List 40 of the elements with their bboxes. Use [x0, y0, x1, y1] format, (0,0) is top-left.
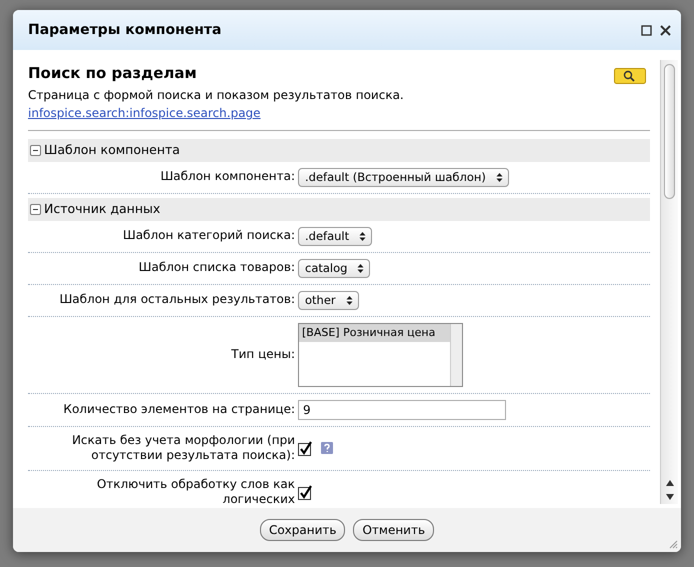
dialog-title: Параметры компонента	[28, 20, 222, 40]
caret-icon	[344, 294, 354, 306]
checkbox[interactable]	[298, 484, 313, 500]
section-title: Шаблон компонента	[44, 141, 180, 159]
field-label: Количество элементов на странице:	[62, 402, 296, 418]
list-box[interactable]: [BASE] Розничная цена	[298, 322, 463, 386]
resize-grip-icon[interactable]	[668, 539, 678, 549]
caret-icon	[356, 262, 366, 274]
input-field[interactable]: 9	[298, 400, 506, 420]
select-field[interactable]: .default	[298, 226, 372, 246]
close-icon[interactable]	[660, 24, 671, 36]
collapse-icon[interactable]	[30, 144, 41, 156]
dialog-button[interactable]: Сохранить	[260, 519, 346, 541]
section-header[interactable]: Шаблон компонента	[28, 139, 650, 162]
component-title: Поиск по разделам	[28, 64, 198, 82]
maximize-icon[interactable]	[641, 24, 652, 36]
scroll-thumb[interactable]	[664, 64, 675, 199]
select-field[interactable]: other	[298, 290, 359, 310]
collapse-icon[interactable]	[30, 204, 41, 215]
scrollbar[interactable]	[660, 60, 678, 504]
dialog-button[interactable]: Отменить	[353, 519, 434, 541]
field-label: Шаблон компонента:	[159, 169, 296, 186]
section-title: Источник данных	[44, 200, 160, 218]
caret-icon	[358, 230, 368, 242]
search-icon[interactable]	[614, 68, 646, 84]
field-label: Искать без учета морфологии (при отсутствии результата поиска):	[70, 432, 296, 464]
component-link[interactable]: infospice.search:infospice.search.page	[28, 106, 261, 120]
select-field[interactable]: catalog	[298, 258, 370, 278]
component-description: Страница с формой поиска и показом результатов поиска.	[28, 87, 405, 104]
checkbox[interactable]	[298, 440, 313, 456]
select-field[interactable]: .default (Встроенный шаблон)	[298, 168, 509, 187]
field-label: Тип цены:	[230, 346, 296, 362]
caret-icon	[494, 172, 504, 183]
list-option[interactable]: [BASE] Розничная цена	[299, 324, 450, 342]
field-label: Шаблон списка товаров:	[138, 260, 296, 276]
section-header[interactable]: Источник данных	[28, 198, 650, 220]
help-icon[interactable]	[321, 442, 333, 454]
field-label: Шаблон для остальных результатов:	[58, 292, 296, 308]
field-label: Шаблон категорий поиска:	[122, 228, 296, 244]
field-label: Отключить обработку слов как логических	[96, 476, 296, 508]
